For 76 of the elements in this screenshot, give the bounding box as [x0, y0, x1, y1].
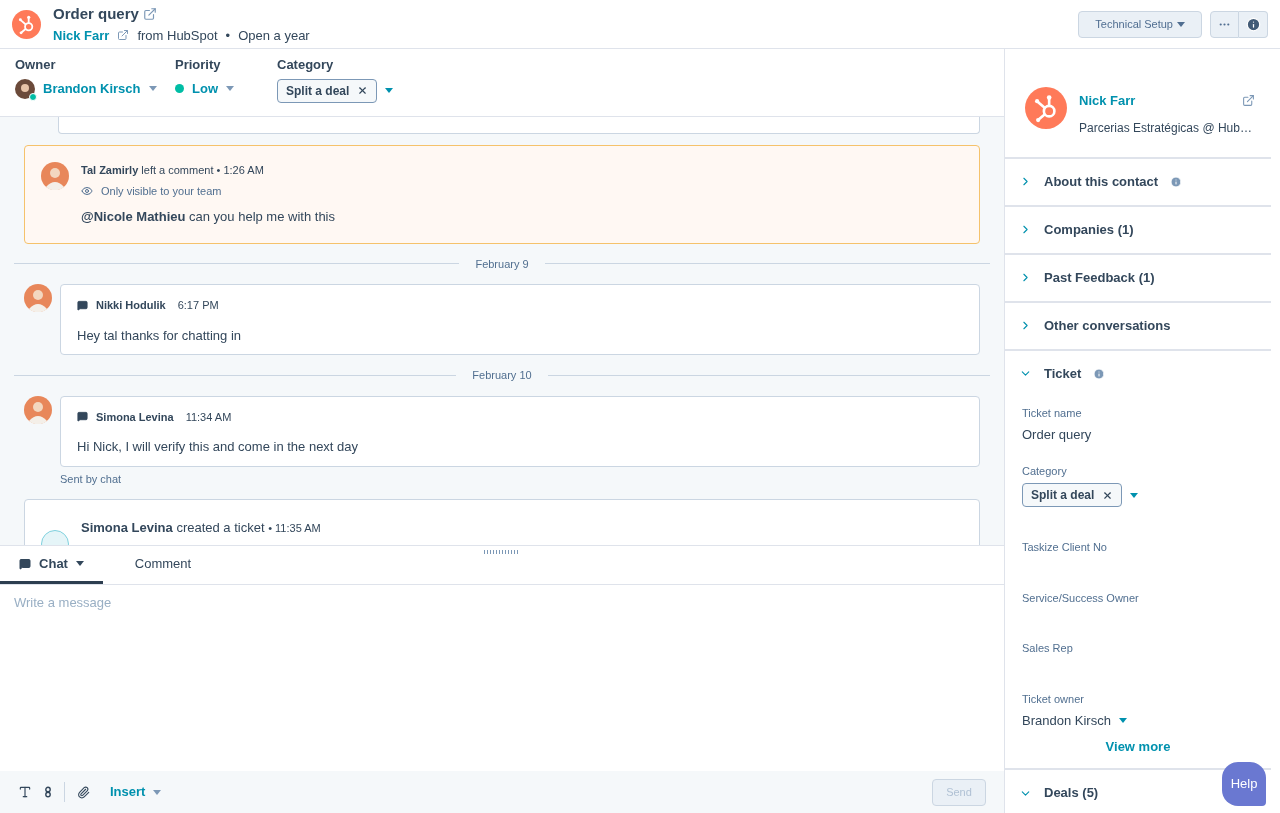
- remove-icon[interactable]: [1102, 489, 1114, 501]
- separator-dot: •: [225, 26, 231, 45]
- date-divider: February 9: [475, 256, 529, 272]
- category-tag: Split a deal: [1022, 483, 1123, 507]
- attachment-icon[interactable]: [77, 785, 90, 799]
- section-header[interactable]: Past Feedback (1): [1005, 254, 1271, 301]
- author-name: Nikki Hodulik: [96, 298, 166, 313]
- field-value[interactable]: Order query: [1022, 425, 1254, 445]
- priority-label: Priority: [175, 56, 222, 74]
- external-link-icon[interactable]: [117, 29, 130, 42]
- field-label: Category: [1022, 463, 1068, 479]
- section-header[interactable]: Other conversations: [1005, 302, 1271, 349]
- avatar: [15, 78, 35, 99]
- caret-icon: [148, 86, 157, 91]
- priority-select[interactable]: Low: [175, 78, 257, 99]
- view-more-link[interactable]: View more: [1105, 736, 1171, 756]
- source-text: from HubSpot: [137, 26, 218, 45]
- field-label: Ticket owner: [1022, 691, 1085, 707]
- text-format-icon[interactable]: [18, 785, 32, 799]
- category-tag: Split a deal: [277, 78, 378, 103]
- caret-icon: [1177, 21, 1185, 27]
- contact-name-link[interactable]: Nick Farr: [1079, 91, 1136, 111]
- comment-text: @Nicole Mathieu can you help me with this: [81, 208, 335, 226]
- message-text: Hey tal thanks for chatting in: [77, 326, 243, 345]
- chat-icon: [19, 557, 32, 570]
- message-time: 6:17 PM: [177, 298, 219, 313]
- visibility-note: Only visible to your team: [101, 183, 222, 199]
- event-text: Simona Levina created a ticket • 11:35 AM: [81, 519, 321, 537]
- help-button[interactable]: Help: [1222, 762, 1266, 806]
- hubspot-logo-icon: [12, 9, 41, 39]
- field-label: Ticket name: [1022, 405, 1083, 421]
- info-icon: [1170, 175, 1183, 188]
- info-button[interactable]: [1239, 10, 1268, 38]
- section-header[interactable]: Ticket: [1005, 350, 1271, 397]
- age-text: Open a year: [238, 26, 310, 45]
- comment-header: Tal Zamirly left a comment • 1:26 AM: [81, 163, 265, 178]
- caret-icon: [226, 86, 234, 91]
- caret-icon: [153, 789, 162, 795]
- external-link-icon[interactable]: [142, 7, 157, 22]
- contact-company: Parcerias Estratégicas @ Hub…: [1079, 119, 1252, 137]
- caret-icon: [1118, 718, 1127, 724]
- date-divider: February 10: [472, 368, 532, 383]
- ticket-title: Order query: [53, 4, 139, 24]
- owner-label: Owner: [15, 56, 57, 74]
- author-name: Simona Levina: [96, 409, 174, 425]
- sent-by-note: Sent by chat: [60, 471, 123, 487]
- remove-icon[interactable]: [357, 85, 369, 96]
- info-icon: [1245, 16, 1261, 32]
- contact-link[interactable]: Nick Farr: [53, 25, 110, 45]
- caret-icon: [385, 88, 394, 93]
- technical-setup-button[interactable]: Technical Setup: [1078, 10, 1202, 38]
- caret-icon: [1130, 492, 1139, 498]
- section-header[interactable]: About this contact: [1005, 158, 1271, 205]
- avatar: [41, 162, 69, 190]
- hubspot-logo-icon: [1025, 87, 1067, 129]
- info-icon: [1093, 367, 1106, 380]
- send-button: Send: [932, 778, 986, 806]
- message-time: 11:34 AM: [185, 409, 232, 425]
- composer-tab[interactable]: Comment: [103, 546, 223, 584]
- avatar: [24, 284, 52, 312]
- chat-icon: [77, 299, 88, 311]
- message-text: Hi Nick, I will verify this and come in the next day: [77, 438, 360, 456]
- ticket-owner-select[interactable]: Brandon Kirsch: [1022, 711, 1254, 731]
- chat-icon: [77, 411, 88, 423]
- category-label: Category: [277, 56, 335, 74]
- field-label: Service/Success Owner: [1022, 590, 1140, 606]
- section-header[interactable]: Companies (1): [1005, 206, 1271, 253]
- avatar: [24, 395, 52, 424]
- message-input[interactable]: Write a message: [0, 585, 1004, 771]
- external-link-icon[interactable]: [1242, 94, 1255, 108]
- field-label: Taskize Client No: [1022, 540, 1108, 555]
- resize-handle[interactable]: [484, 550, 520, 554]
- field-label: Sales Rep: [1022, 641, 1074, 656]
- composer-tab[interactable]: Chat: [0, 546, 103, 584]
- eye-icon: [81, 184, 93, 197]
- owner-select[interactable]: Brandon Kirsch: [15, 78, 155, 99]
